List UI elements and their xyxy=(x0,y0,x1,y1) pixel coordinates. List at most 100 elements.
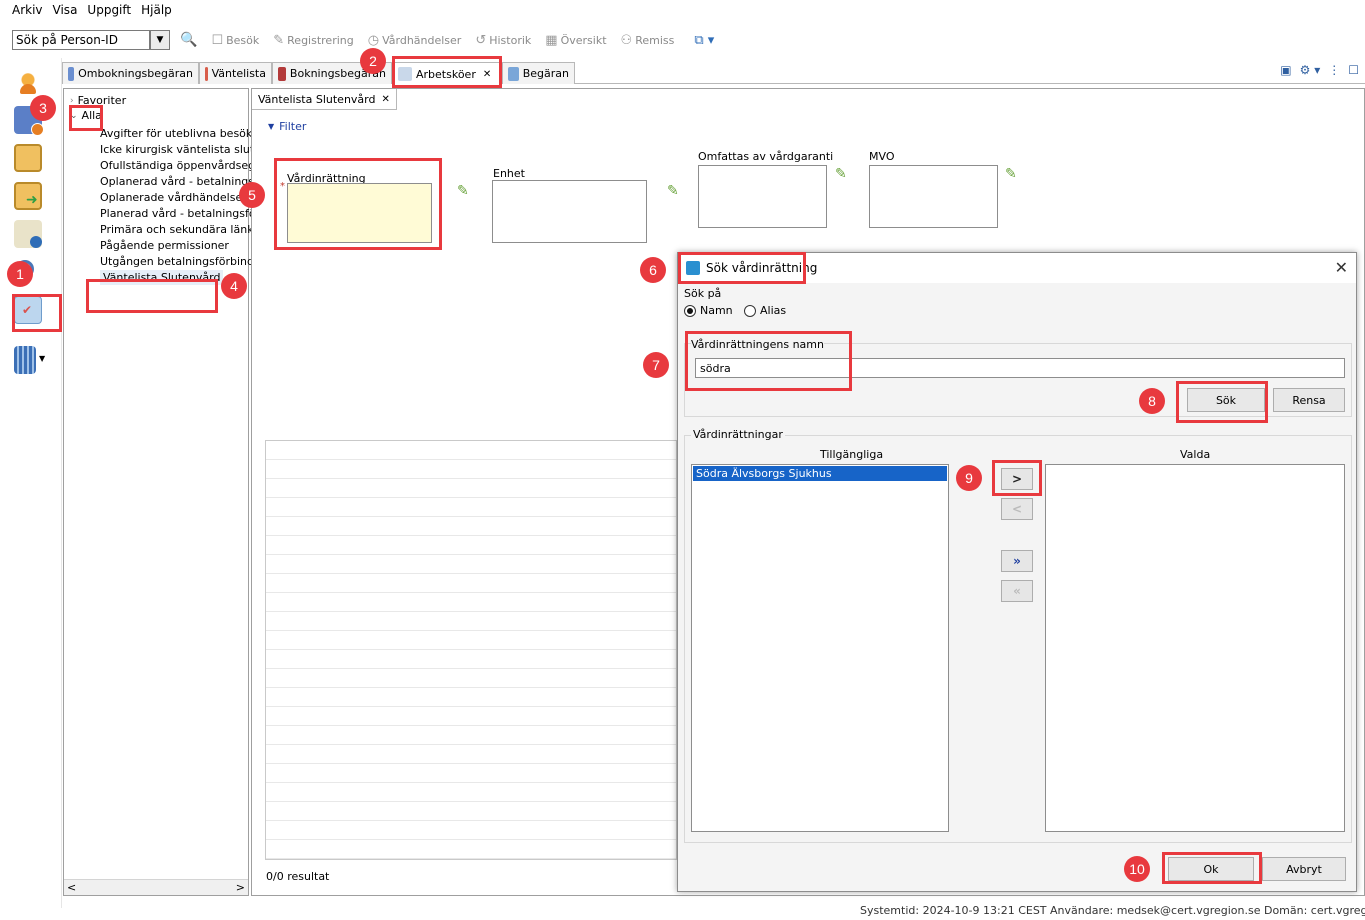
perspective-actions: ▣ ⚙ ▾ ⋮ ☐ xyxy=(1280,63,1359,77)
vardinrattningar-label: Vårdinrättningar xyxy=(691,428,785,441)
annotation-badge: 1 xyxy=(7,261,33,287)
vardinrattningar-group: Vårdinrättningar Tillgängliga Valda Södr… xyxy=(684,428,1352,843)
annotation-highlight xyxy=(86,279,218,313)
list-item[interactable]: Södra Älvsborgs Sjukhus xyxy=(693,466,947,481)
layout-menu-icon[interactable]: ⚙ ▾ xyxy=(1300,63,1321,77)
move-left-button[interactable]: < xyxy=(1001,498,1033,520)
move-all-left-button[interactable]: « xyxy=(1001,580,1033,602)
menubar: Arkiv Visa Uppgift Hjälp xyxy=(12,0,172,20)
building-icon[interactable] xyxy=(14,346,36,374)
radio-namn[interactable]: Namn xyxy=(684,304,733,317)
rensa-button[interactable]: Rensa xyxy=(1273,388,1345,412)
tab-vantelista[interactable]: Väntelista xyxy=(199,62,272,84)
result-table[interactable] xyxy=(265,440,677,860)
move-all-right-button[interactable]: » xyxy=(1001,550,1033,572)
toolbar-oversikt[interactable]: ▦ Översikt xyxy=(545,33,606,48)
search-type-combo[interactable]: Sök på Person-ID xyxy=(12,30,150,50)
annotation-badge: 7 xyxy=(643,352,669,378)
menu-uppgift[interactable]: Uppgift xyxy=(87,3,131,17)
tab-vantelista-slutenvard[interactable]: Väntelista Slutenvård ✕ xyxy=(252,89,397,110)
toolbar: Sök på Person-ID ▼ 🔍 ☐ Besök ✎ Registrerin… xyxy=(12,22,1365,58)
vertical-dots-icon[interactable]: ⋮ xyxy=(1328,63,1340,77)
sok-pa-group: Sök på Namn Alias xyxy=(682,287,1352,327)
pen-icon: ✎ xyxy=(273,32,285,48)
clipboard-export-icon[interactable]: ➜ xyxy=(14,182,42,210)
search-type-value: Sök på Person-ID xyxy=(16,33,118,47)
annotation-badge: 6 xyxy=(640,257,666,283)
request-icon xyxy=(508,66,519,81)
annotation-badge: 2 xyxy=(360,48,386,74)
history-icon: ↺ xyxy=(475,32,487,48)
annotation-badge: 8 xyxy=(1139,388,1165,414)
tab-begaran[interactable]: Begäran xyxy=(502,62,575,84)
annotation-highlight xyxy=(685,331,852,391)
tree-item[interactable]: Avgifter för uteblivna besök xyxy=(100,126,252,141)
tree-item[interactable]: Primära och sekundära länkar xyxy=(100,222,265,237)
annotation-highlight xyxy=(69,105,103,131)
edit-pencil-icon[interactable]: ✎ xyxy=(1005,166,1017,182)
perspective-tabs: Ombokningsbegäran Väntelista Bokningsbeg… xyxy=(62,60,1365,85)
menu-visa[interactable]: Visa xyxy=(53,3,78,17)
envelope-person-icon[interactable] xyxy=(14,220,42,248)
toolbar-vardhandelser[interactable]: ◷ Vårdhändelser xyxy=(368,33,462,48)
booking-icon xyxy=(278,66,286,81)
enhet-field[interactable] xyxy=(492,180,647,243)
status-bar: Systemtid: 2024-10-9 13:21 CEST Användar… xyxy=(860,904,1365,917)
enhet-label: Enhet xyxy=(493,167,525,180)
avbryt-button[interactable]: Avbryt xyxy=(1262,857,1346,881)
annotation-highlight xyxy=(1176,381,1268,423)
calendar-icon xyxy=(68,66,75,81)
scroll-right-icon[interactable]: > xyxy=(236,881,245,894)
chevron-right-icon: › xyxy=(70,95,74,106)
tree-horizontal-scrollbar[interactable]: < > xyxy=(64,879,248,895)
scroll-left-icon[interactable]: < xyxy=(67,881,76,894)
tree-item[interactable]: Utgången betalningsförbindelse xyxy=(100,254,276,269)
annotation-badge: 9 xyxy=(956,465,982,491)
maximize-icon[interactable]: ☐ xyxy=(1348,63,1359,77)
edit-pencil-icon[interactable]: ✎ xyxy=(457,183,469,199)
save-icon[interactable]: ▣ xyxy=(1280,63,1291,77)
vardgaranti-label: Omfattas av vårdgaranti xyxy=(698,150,834,163)
close-icon[interactable]: ✕ xyxy=(381,94,389,105)
valda-header: Valda xyxy=(1180,448,1211,461)
annotation-highlight xyxy=(12,294,62,332)
toolbar-registrering[interactable]: ✎ Registrering xyxy=(273,33,354,48)
calendar-icon: ☐ xyxy=(211,32,224,48)
close-icon[interactable]: ✕ xyxy=(1335,258,1348,277)
person-icon[interactable] xyxy=(14,70,42,98)
radio-empty-icon xyxy=(744,304,756,317)
tab-ombokningsbegaran[interactable]: Ombokningsbegäran xyxy=(62,62,199,84)
building-menu-chevron-icon[interactable]: ▼ xyxy=(39,354,45,363)
annotation-badge: 5 xyxy=(239,182,265,208)
menu-arkiv[interactable]: Arkiv xyxy=(12,3,43,17)
list-icon xyxy=(205,66,208,81)
left-launcher-bar: ➜ ✔ ▼ xyxy=(0,58,62,908)
annotation-badge: 3 xyxy=(30,95,56,121)
filter-toggle[interactable]: ▼ Filter xyxy=(268,120,306,133)
work-queue-tree: › Favoriter ⌄ Alla Avgifter för uteblivn… xyxy=(63,88,315,896)
radio-selected-icon xyxy=(684,304,696,317)
tree-item[interactable]: Oplanerade vårdhändelser xyxy=(100,190,247,205)
available-list[interactable]: Södra Älvsborgs Sjukhus xyxy=(691,464,949,832)
vardgaranti-field[interactable] xyxy=(698,165,827,228)
tree-item[interactable]: Pågående permissioner xyxy=(100,238,229,253)
annotation-badge: 4 xyxy=(221,273,247,299)
window-switch-icon[interactable]: ⧉ ▾ xyxy=(694,33,714,48)
toolbar-historik[interactable]: ↺ Historik xyxy=(475,33,531,48)
result-count: 0/0 resultat xyxy=(266,870,330,883)
clipboard-icon[interactable] xyxy=(14,144,42,172)
toolbar-besok[interactable]: ☐ Besök xyxy=(211,33,259,48)
toolbar-remiss[interactable]: ⚇ Remiss xyxy=(621,33,675,48)
edit-pencil-icon[interactable]: ✎ xyxy=(835,166,847,182)
search-icon[interactable]: 🔍 xyxy=(180,32,197,48)
mvo-label: MVO xyxy=(869,150,895,163)
radio-alias[interactable]: Alias xyxy=(744,304,786,317)
chevron-down-icon[interactable]: ▼ xyxy=(150,30,170,50)
menu-hjalp[interactable]: Hjälp xyxy=(141,3,172,17)
annotation-highlight xyxy=(992,460,1042,496)
edit-pencil-icon[interactable]: ✎ xyxy=(667,183,679,199)
overview-icon: ▦ xyxy=(545,32,558,48)
sok-pa-label: Sök på xyxy=(684,287,722,300)
selected-list[interactable] xyxy=(1045,464,1345,832)
mvo-field[interactable] xyxy=(869,165,998,228)
